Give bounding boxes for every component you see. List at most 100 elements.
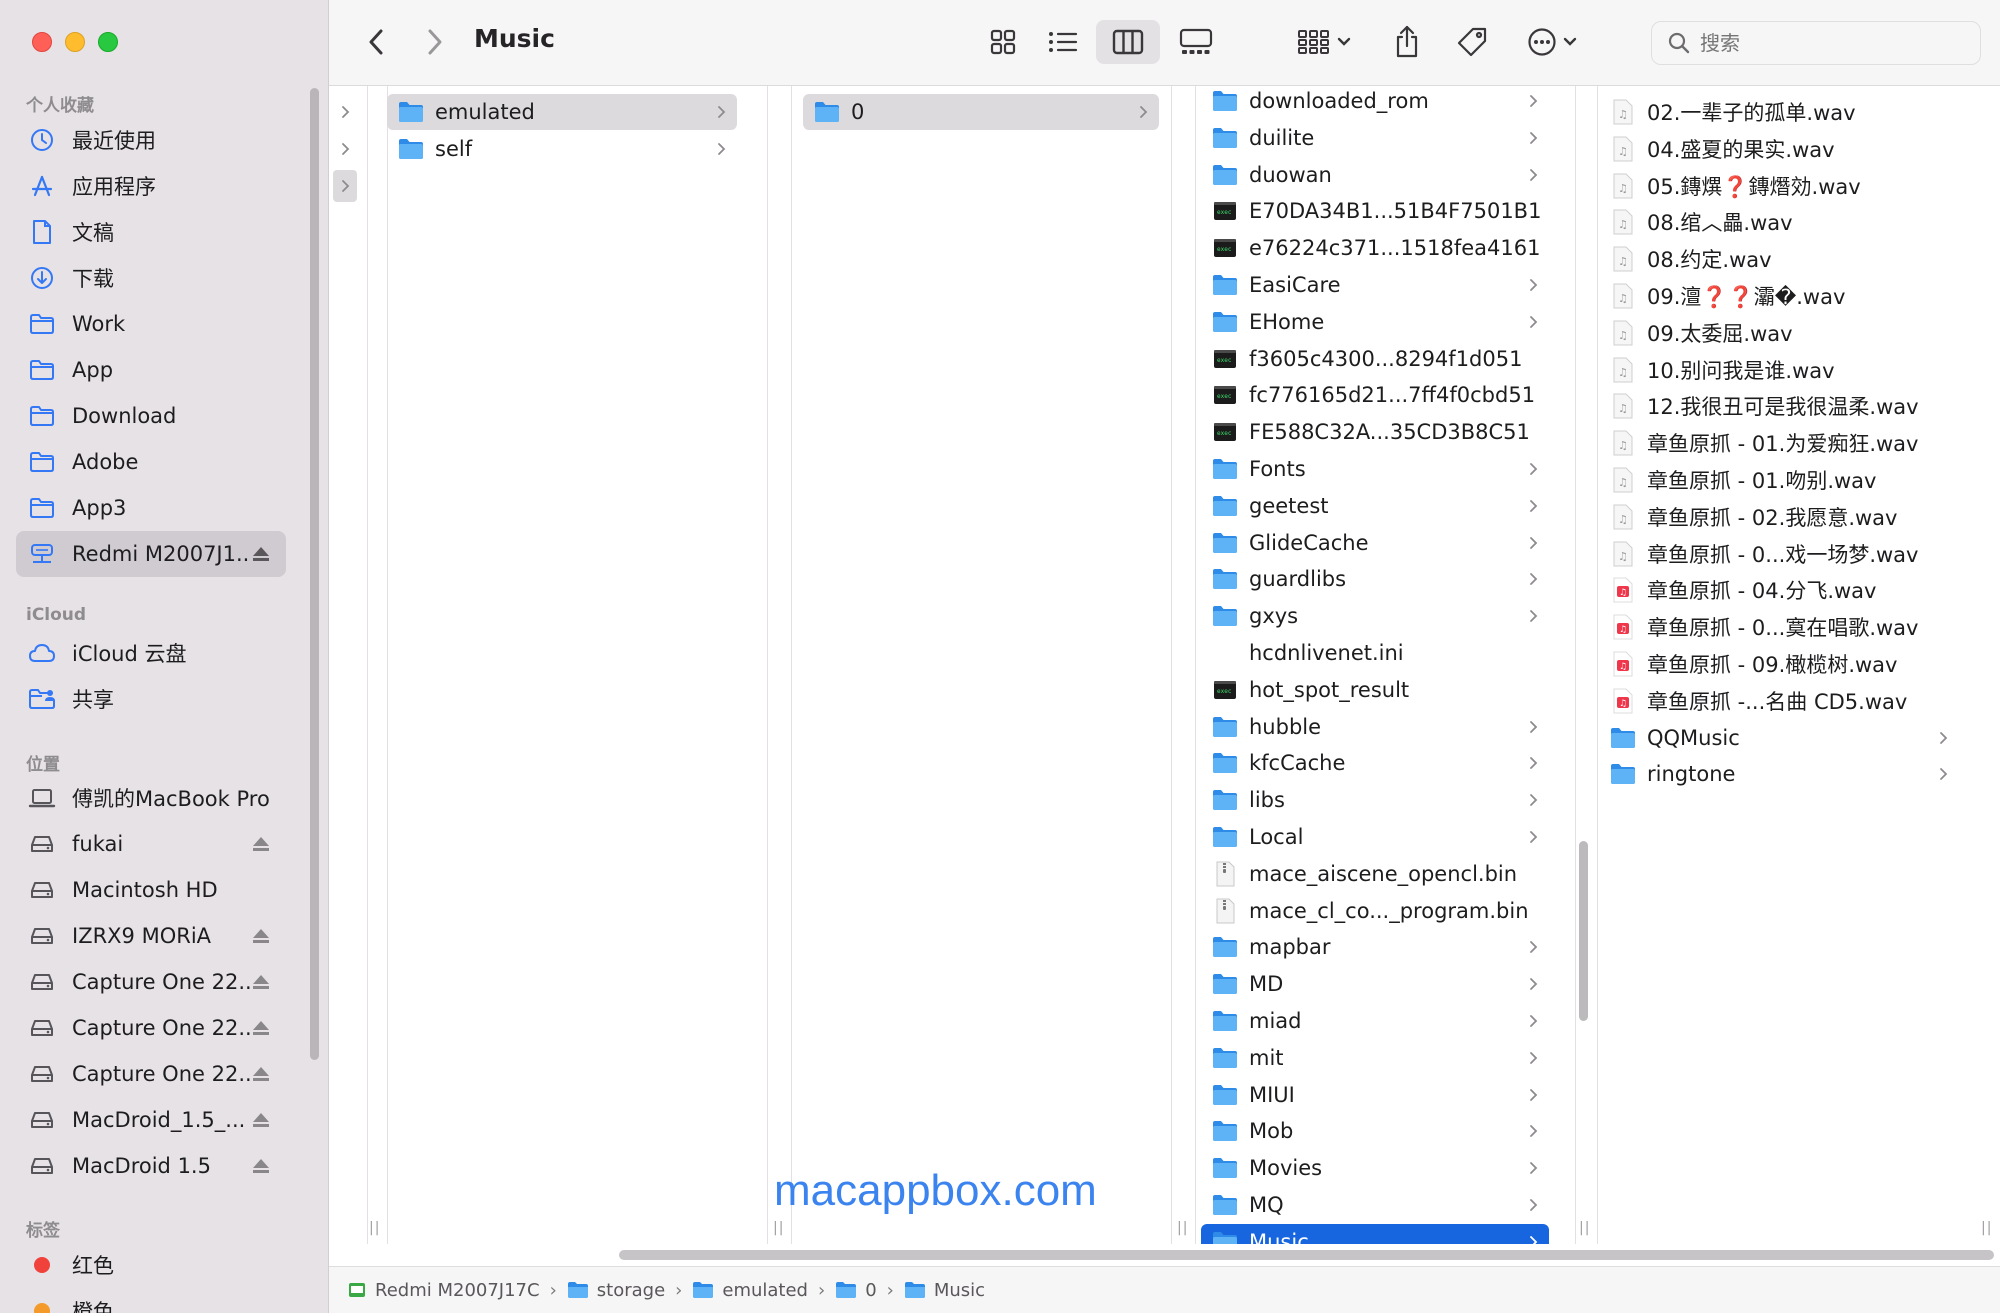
sidebar-item-icloud-云盘[interactable]: iCloud 云盘	[16, 630, 286, 676]
folder-row[interactable]: GlideCache	[1201, 525, 1549, 561]
file-row[interactable]: hcdnlivenet.ini	[1201, 635, 1549, 671]
file-row[interactable]: exec E70DA34B1...51B4F7501B1	[1201, 193, 1549, 229]
file-row[interactable]: exec f3605c4300...8294f1d051	[1201, 341, 1549, 377]
folder-row[interactable]: 0	[803, 94, 1159, 130]
sidebar-item-download[interactable]: Download	[16, 393, 286, 439]
folder-row[interactable]: Local	[1201, 819, 1549, 855]
folder-row[interactable]: EasiCare	[1201, 267, 1549, 303]
forward-button[interactable]	[414, 20, 454, 64]
file-row[interactable]: ♫ 章鱼原抓 - 01.吻别.wav	[1599, 462, 1959, 498]
column-view-button[interactable]	[1096, 20, 1160, 64]
column-resize-handle[interactable]: ||	[773, 1220, 784, 1236]
file-row[interactable]: ♫ 章鱼原抓 - 02.我愿意.wav	[1599, 499, 1959, 535]
file-row[interactable]: mace_cl_co..._program.bin	[1201, 893, 1549, 929]
eject-icon[interactable]	[250, 1112, 272, 1128]
file-row[interactable]: ♫ 章鱼原抓 - 0...寞在唱歌.wav	[1599, 609, 1959, 645]
tag-item[interactable]: 红色	[16, 1242, 286, 1288]
file-row[interactable]: exec e76224c371...1518fea4161	[1201, 230, 1549, 266]
tag-button[interactable]	[1449, 20, 1495, 64]
more-actions-button[interactable]	[1519, 20, 1585, 64]
folder-row[interactable]: duilite	[1201, 120, 1549, 156]
sidebar-item-下载[interactable]: 下载	[16, 255, 286, 301]
file-row[interactable]: ♫ 12.我很丑可是我很温柔.wav	[1599, 388, 1959, 424]
file-row[interactable]: ♫ 章鱼原抓 - 04.分飞.wav	[1599, 572, 1959, 608]
folder-row[interactable]: ringtone	[1599, 756, 1959, 792]
sidebar-item-izrx9-moria[interactable]: IZRX9 MORiA	[16, 913, 286, 959]
sidebar-item-macintosh-hd[interactable]: Macintosh HD	[16, 867, 286, 913]
sidebar-item-共享[interactable]: 共享	[16, 676, 286, 722]
file-row[interactable]: ♫ 04.盛夏的果实.wav	[1599, 131, 1959, 167]
folder-row[interactable]: hubble	[1201, 709, 1549, 745]
sidebar-item-adobe[interactable]: Adobe	[16, 439, 286, 485]
eject-icon[interactable]	[250, 1020, 272, 1036]
folder-row[interactable]: Fonts	[1201, 451, 1549, 487]
folder-row[interactable]: Movies	[1201, 1150, 1549, 1186]
sidebar-item-文稿[interactable]: 文稿	[16, 209, 286, 255]
column-resize-handle[interactable]: ||	[1981, 1220, 1992, 1236]
folder-row[interactable]: miad	[1201, 1003, 1549, 1039]
file-row[interactable]: ♫ 02.一辈子的孤单.wav	[1599, 94, 1959, 130]
search-input[interactable]	[1700, 31, 1960, 55]
sidebar-item-傅凯的macbook-pro[interactable]: 傅凯的MacBook Pro	[16, 775, 286, 821]
folder-row[interactable]: self	[387, 131, 737, 167]
folder-row[interactable]: MIUI	[1201, 1077, 1549, 1113]
icon-view-button[interactable]	[980, 20, 1026, 64]
list-view-button[interactable]	[1040, 20, 1086, 64]
file-row[interactable]: ♫ 章鱼原抓 - 01.为爱痴狂.wav	[1599, 425, 1959, 461]
chevron-right-icon[interactable]	[333, 133, 357, 165]
eject-icon[interactable]	[250, 546, 272, 562]
folder-row[interactable]: geetest	[1201, 488, 1549, 524]
file-row[interactable]: ♫ 章鱼原抓 - 09.橄榄树.wav	[1599, 646, 1959, 682]
folder-row[interactable]: kfcCache	[1201, 745, 1549, 781]
chevron-right-icon[interactable]	[333, 170, 357, 202]
close-window-button[interactable]	[32, 32, 52, 52]
sidebar-item-fukai[interactable]: fukai	[16, 821, 286, 867]
file-row[interactable]: ♫ 09.澶❓❓灞�.wav	[1599, 278, 1959, 314]
folder-row[interactable]: downloaded_rom	[1201, 86, 1549, 119]
eject-icon[interactable]	[250, 1158, 272, 1174]
sidebar-item-capture-one-22[interactable]: Capture One 22...	[16, 959, 286, 1005]
gallery-view-button[interactable]	[1169, 20, 1223, 64]
folder-row[interactable]: emulated	[387, 94, 737, 130]
sidebar-item-work[interactable]: Work	[16, 301, 286, 347]
file-row[interactable]: mace_aiscene_opencl.bin	[1201, 856, 1549, 892]
sidebar-item-macdroid-1-5[interactable]: MacDroid 1.5	[16, 1143, 286, 1189]
sidebar-scrollbar[interactable]	[310, 88, 319, 1060]
folder-row[interactable]: libs	[1201, 782, 1549, 818]
chevron-right-icon[interactable]	[333, 96, 357, 128]
eject-icon[interactable]	[250, 1066, 272, 1082]
column-resize-handle[interactable]: ||	[369, 1220, 380, 1236]
file-row[interactable]: exec FE588C32A...35CD3B8C51	[1201, 414, 1549, 450]
sidebar-item-app[interactable]: App	[16, 347, 286, 393]
sidebar-item-应用程序[interactable]: 应用程序	[16, 163, 286, 209]
file-row[interactable]: exec hot_spot_result	[1201, 672, 1549, 708]
tag-item[interactable]: 橙色	[16, 1288, 286, 1313]
file-row[interactable]: ♫ 05.鏄熼❓鏄熸効.wav	[1599, 168, 1959, 204]
file-row[interactable]: ♫ 08.绾︿畾.wav	[1599, 204, 1959, 240]
folder-row[interactable]: Mob	[1201, 1113, 1549, 1149]
eject-icon[interactable]	[250, 974, 272, 990]
file-row[interactable]: ♫ 章鱼原抓 -...名曲 CD5.wav	[1599, 683, 1959, 719]
breadcrumb-item[interactable]: Redmi M2007J17C	[347, 1280, 540, 1301]
column-3-scrollbar[interactable]	[1579, 841, 1588, 1021]
file-row[interactable]: ♫ 08.约定.wav	[1599, 241, 1959, 277]
folder-row[interactable]: Music	[1201, 1223, 1549, 1244]
file-row[interactable]: ♫ 09.太委屈.wav	[1599, 315, 1959, 351]
file-row[interactable]: ♫ 章鱼原抓 - 0...戏一场梦.wav	[1599, 536, 1959, 572]
column-resize-handle[interactable]: ||	[1177, 1220, 1188, 1236]
file-row[interactable]: exec fc776165d21...7ff4f0cbd51	[1201, 377, 1549, 413]
group-button[interactable]	[1291, 20, 1357, 64]
breadcrumb-item[interactable]: storage	[567, 1280, 665, 1301]
breadcrumb-item[interactable]: emulated	[692, 1280, 808, 1301]
folder-row[interactable]: QQMusic	[1599, 720, 1959, 756]
eject-icon[interactable]	[250, 928, 272, 944]
minimize-window-button[interactable]	[65, 32, 85, 52]
folder-row[interactable]: MQ	[1201, 1187, 1549, 1223]
folder-row[interactable]: gxys	[1201, 598, 1549, 634]
folder-row[interactable]: MD	[1201, 966, 1549, 1002]
breadcrumb-item[interactable]: 0	[835, 1280, 877, 1301]
eject-icon[interactable]	[250, 836, 272, 852]
search-field[interactable]	[1651, 21, 1981, 65]
sidebar-item-capture-one-22[interactable]: Capture One 22...	[16, 1051, 286, 1097]
share-button[interactable]	[1384, 20, 1430, 64]
